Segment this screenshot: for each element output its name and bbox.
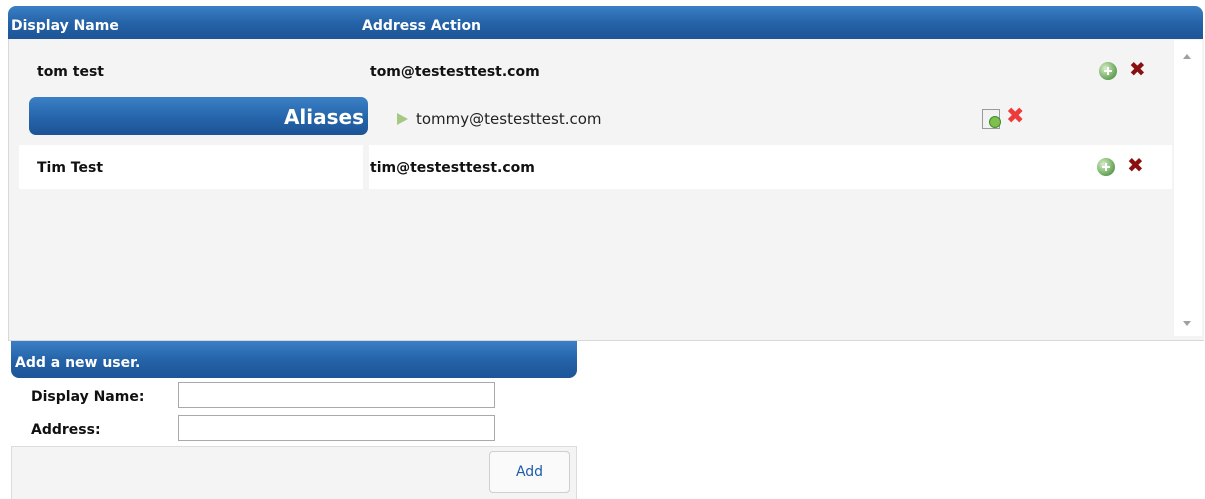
add-user-header: Add a new user. [11,341,577,378]
play-arrow-icon [397,113,408,125]
user-address: tim@testesttest.com [370,160,535,176]
user-display-name: Tim Test [37,160,104,176]
aliases-toggle-button[interactable]: Aliases [29,97,368,135]
scroll-down-icon[interactable] [1183,321,1191,326]
scroll-up-icon[interactable] [1183,54,1191,59]
user-list: tom test tom@testesttest.com ✖ Aliases t… [8,39,1204,341]
delete-alias-icon[interactable]: ✖ [1006,106,1024,128]
delete-user-icon[interactable]: ✖ [1129,59,1146,79]
edit-alias-icon[interactable] [982,109,1001,129]
add-alias-icon[interactable] [1099,62,1117,80]
address-label: Address: [31,422,101,438]
alias-row: Aliases tommy@testesttest.com ✖ [19,95,1172,141]
user-display-name: tom test [37,64,104,80]
header-address-action: Address Action [362,18,482,34]
header-display-name: Display Name [11,18,119,34]
table-row[interactable]: tom test tom@testesttest.com ✖ [19,49,1172,93]
address-input[interactable] [178,415,495,441]
delete-user-icon[interactable]: ✖ [1127,155,1144,175]
vertical-scrollbar[interactable] [1174,40,1202,336]
table-row[interactable]: Tim Test tim@testesttest.com ✖ [19,145,1172,189]
alias-address: tommy@testesttest.com [416,110,602,128]
display-name-input[interactable] [178,382,495,408]
aliases-label: Aliases [283,105,364,129]
display-name-label: Display Name: [31,389,145,405]
form-footer: Add [11,446,577,499]
table-header: Display Name Address Action [8,6,1203,39]
add-button[interactable]: Add [489,451,570,493]
add-user-title: Add a new user. [15,355,141,371]
user-address: tom@testesttest.com [370,64,540,80]
add-alias-icon[interactable] [1097,158,1115,176]
